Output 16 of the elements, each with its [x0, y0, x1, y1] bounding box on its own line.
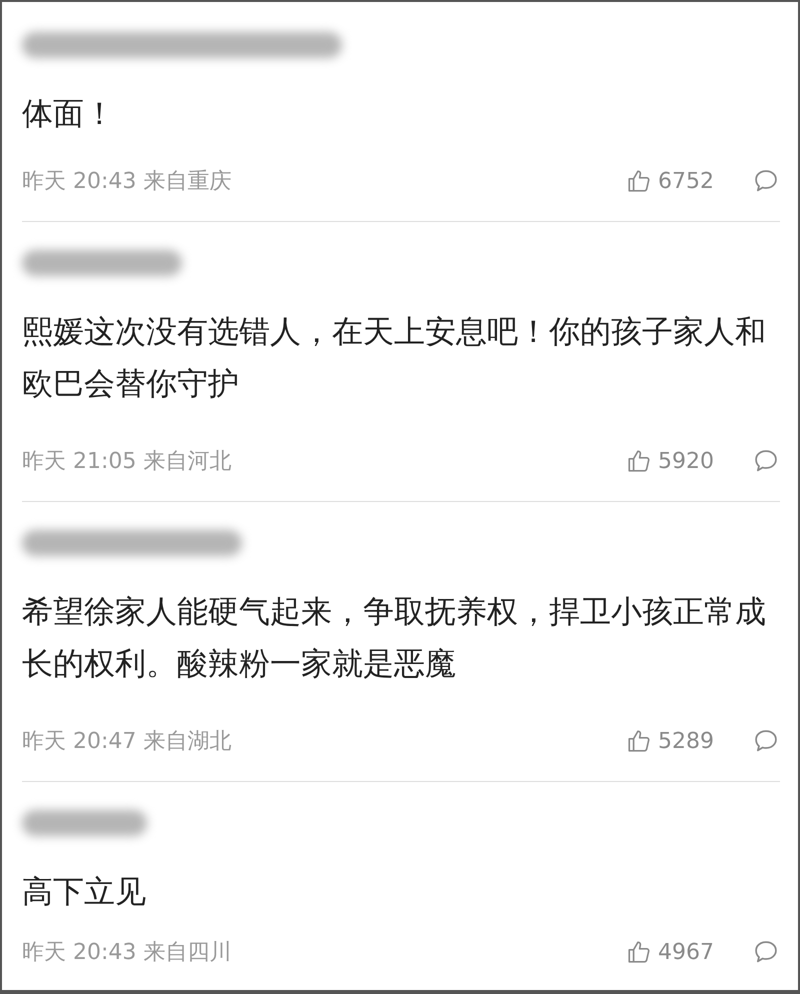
thumbs-up-icon: [626, 939, 652, 965]
thumbs-up-icon: [626, 728, 652, 754]
like-button[interactable]: 4967: [626, 939, 714, 965]
thumbs-up-icon: [626, 448, 652, 474]
comment-text: 体面！: [22, 95, 116, 134]
comment-text: 熙媛这次没有选错人，在天上安息吧！你的孩子家人和欧巴会替你守护: [22, 313, 767, 404]
comment-text: 希望徐家人能硬气起来，争取抚养权，捍卫小孩正常成长的权利。酸辣粉一家就是恶魔: [22, 593, 767, 684]
like-button[interactable]: 5920: [626, 448, 714, 474]
comment-text: 高下立见: [22, 873, 147, 912]
comment-time-location: 昨天 20:43 来自四川: [22, 939, 232, 967]
like-button[interactable]: 6752: [626, 168, 714, 194]
comment-time-location: 昨天 20:47 来自湖北: [22, 728, 232, 756]
comment-time-location: 昨天 21:05 来自河北: [22, 448, 232, 476]
comment-time-location: 昨天 20:43 来自重庆: [22, 168, 232, 196]
thumbs-up-icon: [626, 168, 652, 194]
like-button[interactable]: 5289: [626, 728, 714, 754]
